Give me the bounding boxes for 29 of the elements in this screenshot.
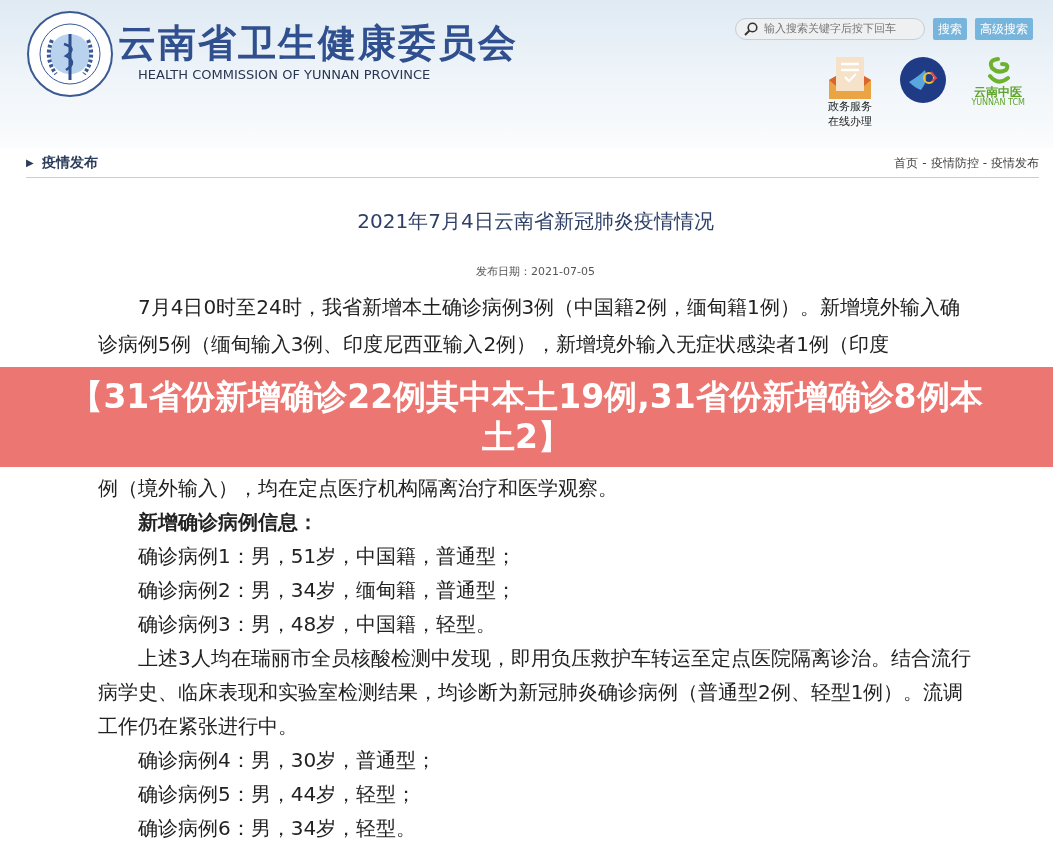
section-title: 疫情发布	[41, 153, 98, 172]
paragraph-text: 确诊病例6：男，34岁，轻型。	[137, 814, 418, 842]
envelope-document-icon[interactable]	[827, 56, 874, 100]
search-field[interactable]: 输入搜索关键字后按下回车	[735, 18, 925, 40]
breadcrumb-link[interactable]: 疫情防控	[930, 153, 979, 172]
paragraph-heading: 新增确诊病例信息：	[137, 508, 319, 536]
publish-date: 发布日期：2021-07-05	[475, 264, 596, 280]
paragraph-text: 确诊病例2：男，34岁，缅甸籍，普通型；	[137, 576, 518, 604]
tcm-logo-subtext: YUNNAN TCM	[971, 99, 1025, 108]
triangle-icon: ▶	[26, 155, 34, 170]
breadcrumb-separator: -	[982, 154, 987, 172]
paragraph-text: 确诊病例1：男，51岁，中国籍，普通型；	[137, 542, 518, 570]
headline-banner: 【31省份新增确诊22例其中本土19例,31省份新增确诊8例本土2】	[0, 366, 1053, 467]
breadcrumb-link[interactable]: 首页	[894, 153, 919, 172]
breadcrumb-link[interactable]: 疫情发布	[991, 153, 1039, 172]
search-icon	[744, 22, 758, 36]
site-subtitle: HEALTH COMMISSION OF YUNNAN PROVINCE	[138, 66, 432, 85]
site-title: 云南省卫生健康委员会	[118, 23, 518, 66]
bird-emblem-icon[interactable]	[899, 56, 948, 104]
paragraph-text: 确诊病例3：男，48岁，中国籍，轻型。	[137, 610, 498, 638]
paragraph-text: 确诊病例5：男，44岁，轻型；	[137, 780, 418, 808]
service-label[interactable]: 政务服务在线办理	[825, 100, 876, 130]
article-title: 2021年7月4日云南省新冠肺炎疫情情况	[356, 208, 715, 235]
paragraph-text: 上述3人均在瑞丽市全员核酸检测中发现，即用负压救护车转运至定点医院隔离诊治。结合流行病学史、临床表现和实验室检测结果，均诊断为新冠肺炎确诊病例（普通型2例、轻型1例）。流调工作仍在紧张进行中。	[98, 644, 972, 740]
paragraph-text: 确诊病例4：男，30岁，普通型；	[137, 746, 438, 774]
paragraph-text: 7月4日0时至24时，我省新增本土确诊病例3例（中国籍2例，缅甸籍1例）。新增境外输入确诊病例5例（缅甸输入3例、印度尼西亚输入2例），新增境外输入无症状感染者1例（印度	[98, 293, 961, 358]
paragraph-text: 例（境外输入），均在定点医疗机构隔离治疗和医学观察。	[98, 474, 619, 502]
emblem-logo-icon	[26, 10, 114, 98]
breadcrumb-separator: -	[922, 154, 927, 172]
